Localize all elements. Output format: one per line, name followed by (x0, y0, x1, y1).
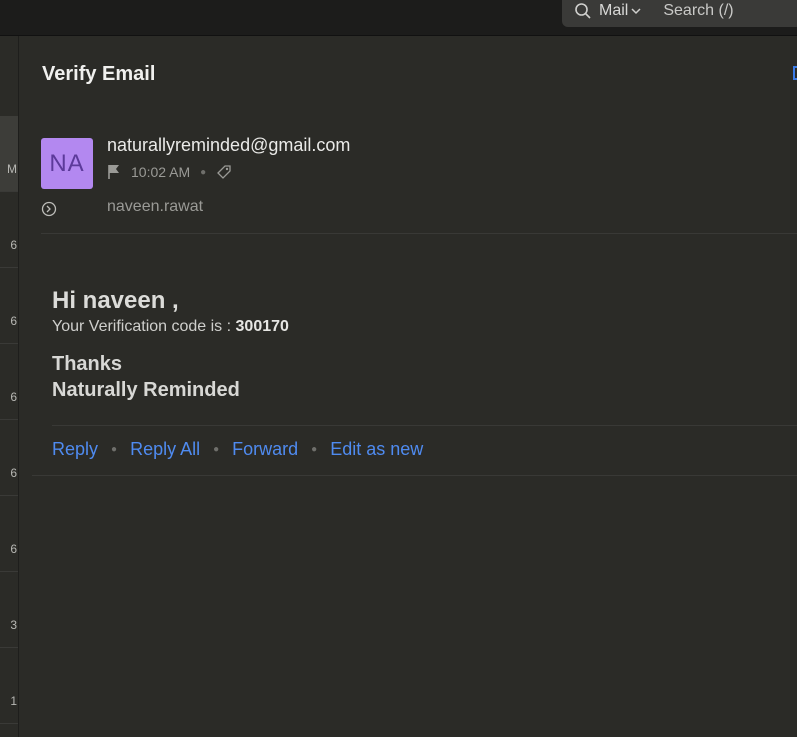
action-separator: ● (213, 444, 220, 455)
edit-as-new-button[interactable]: Edit as new (330, 439, 423, 460)
search-scope-label: Mail (599, 1, 629, 19)
recipient[interactable]: naveen.rawat (107, 198, 203, 216)
divider (52, 425, 797, 426)
message-list-pane: M 6 6 6 6 6 3 1 (0, 36, 19, 737)
action-separator: ● (311, 444, 318, 455)
message-meta: 10:02 AM ● (107, 164, 232, 180)
message-subject: Verify Email (42, 63, 156, 85)
search-box[interactable]: Mail Search (/) (562, 0, 797, 27)
divider (32, 475, 797, 476)
message-actions: Reply ● Reply All ● Forward ● Edit as ne… (52, 439, 423, 460)
greeting-text: Hi naveen , (52, 287, 179, 314)
verification-code: 300170 (235, 318, 289, 335)
divider (41, 233, 797, 234)
list-item[interactable]: 6 (0, 496, 18, 572)
list-item-time: 3 (10, 618, 17, 632)
list-item-time: 6 (10, 542, 17, 556)
tag-icon[interactable] (216, 164, 232, 180)
code-label: Your Verification code is : (52, 318, 236, 335)
search-input[interactable]: Search (/) (663, 2, 733, 20)
list-item-time: 6 (10, 314, 17, 328)
open-in-new-icon[interactable] (793, 66, 797, 80)
reading-pane: Verify Email NA naturallyreminded@gmail.… (20, 36, 797, 737)
list-item[interactable]: 3 (0, 572, 18, 648)
reply-button[interactable]: Reply (52, 439, 98, 460)
list-item[interactable]: 6 (0, 420, 18, 496)
thanks-text: Thanks (52, 353, 123, 375)
list-item[interactable]: 1 (0, 648, 18, 724)
action-separator: ● (111, 444, 118, 455)
list-item[interactable]: 6 (0, 268, 18, 344)
flag-icon[interactable] (107, 164, 121, 180)
search-scope-select[interactable]: Mail (599, 2, 663, 20)
signature-text: Naturally Reminded (52, 379, 240, 401)
forward-button[interactable]: Forward (232, 439, 298, 460)
avatar: NA (41, 138, 93, 189)
list-item-time: M (7, 162, 17, 176)
list-item-time: 6 (10, 390, 17, 404)
top-bar: Mail Search (/) (0, 0, 797, 36)
verification-code-line: Your Verification code is : 300170 (52, 316, 792, 338)
list-item[interactable]: 6 (0, 192, 18, 268)
message-time: 10:02 AM (131, 164, 191, 180)
list-item-time: 1 (10, 694, 17, 708)
reply-all-button[interactable]: Reply All (130, 439, 200, 460)
list-item-time: 6 (10, 238, 17, 252)
meta-separator: ● (200, 166, 207, 178)
list-item[interactable]: 6 (0, 344, 18, 420)
expand-recipients-icon[interactable] (41, 201, 57, 217)
search-icon (574, 1, 594, 21)
list-item-time: 6 (10, 466, 17, 480)
chevron-down-icon (631, 7, 641, 15)
list-item[interactable]: M (0, 116, 18, 192)
sender-address[interactable]: naturallyreminded@gmail.com (107, 135, 350, 156)
message-body: Hi naveen , Your Verification code is : … (52, 286, 792, 403)
